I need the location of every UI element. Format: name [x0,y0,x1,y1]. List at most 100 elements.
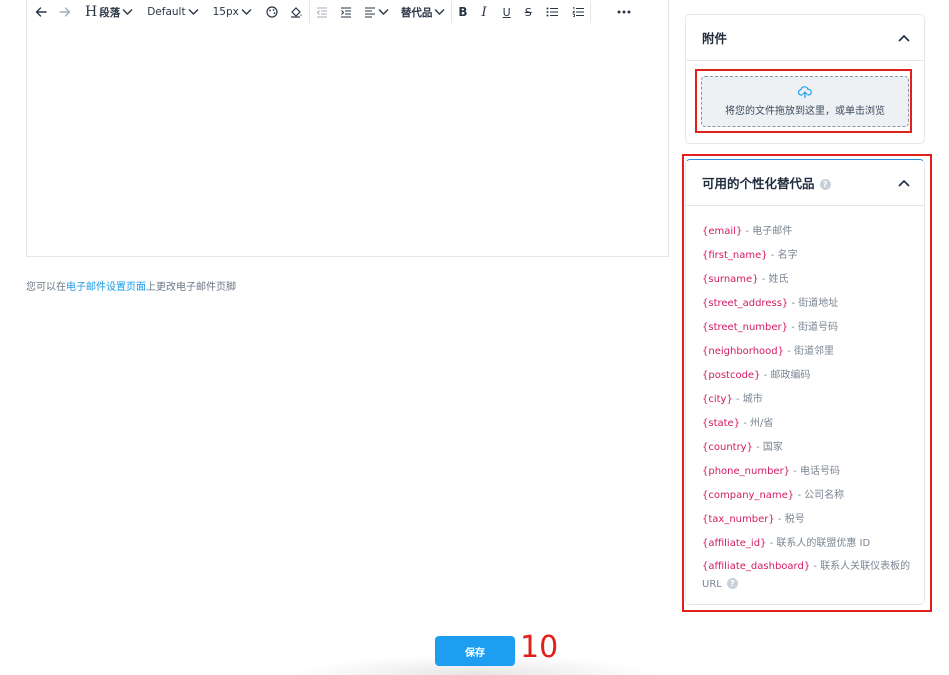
align-dropdown[interactable] [364,0,389,24]
variable-key[interactable]: {affiliate_dashboard} [702,561,810,572]
palette-icon [266,6,278,18]
variable-item: {phone_number} - 电话号码 [702,462,914,486]
editor-content-area[interactable] [27,25,668,256]
variable-description: - 联系人的联盟优惠 ID [766,538,871,549]
variable-item: {city} - 城市 [702,390,914,414]
personalization-panel-title: 可用的个性化替代品? [702,173,831,192]
variable-description: - 国家 [752,442,783,453]
bold-icon: B [458,5,468,19]
variable-description: - 城市 [732,394,763,405]
bullet-list-button[interactable] [546,0,558,24]
variable-description: - 电子邮件 [742,226,793,237]
variable-description: - 邮政编码 [760,370,811,381]
variable-item: {first_name} - 名字 [702,246,914,270]
personalization-panel-title-text: 可用的个性化替代品 [702,176,815,191]
italic-button[interactable]: I [482,0,487,24]
variable-item: {street_number} - 街道号码 [702,318,914,342]
heading-dropdown-label: 段落 [99,6,121,19]
bullet-list-icon [546,7,558,17]
file-drop-zone[interactable]: 将您的文件拖放到这里，或单击浏览 [701,76,909,127]
variable-item: {surname} - 姓氏 [702,270,914,294]
heading-icon: H [85,4,98,20]
chevron-up-icon[interactable] [898,179,910,187]
variable-description: - 税号 [774,514,805,525]
variable-item: {postcode} - 邮政编码 [702,366,914,390]
drop-zone-text: 将您的文件拖放到这里，或单击浏览 [725,106,885,117]
variable-item: {affiliate_id} - 联系人的联盟优惠 ID [702,534,914,558]
toolbar-divider [451,1,453,23]
save-button[interactable]: 保存 [435,636,515,666]
text-color-button[interactable] [266,0,278,24]
variable-description: - 州/省 [740,418,774,429]
cloud-upload-icon [798,86,812,98]
variable-description: - 姓氏 [758,274,789,285]
email-settings-link[interactable]: 电子邮件设置页面 [66,282,146,293]
redo-button[interactable] [59,0,81,24]
indent-icon [340,7,351,18]
outdent-button[interactable] [316,0,328,24]
info-icon[interactable]: ? [726,578,738,589]
variable-key[interactable]: {email} [702,226,742,237]
variable-key[interactable]: {street_address} [702,298,788,309]
font-dropdown[interactable]: Default [147,0,199,24]
heading-dropdown[interactable]: H 段落 [85,0,133,24]
underline-button[interactable]: U [503,0,511,24]
variable-description: - 名字 [767,250,798,261]
variable-item: {street_address} - 街道地址 [702,294,914,318]
toolbar-divider [308,1,310,23]
variable-key[interactable]: {phone_number} [702,466,790,477]
chevron-down-icon [188,9,199,15]
numbered-list-button[interactable] [571,0,584,24]
variable-item: {company_name} - 公司名称 [702,486,914,510]
variable-key[interactable]: {company_name} [702,490,794,501]
font-size-dropdown[interactable]: 15px [213,0,252,24]
variable-key[interactable]: {neighborhood} [702,346,784,357]
variable-key[interactable]: {city} [702,394,733,405]
attachments-panel: 附件 将您的文件拖放到这里，或单击浏览 [685,14,925,144]
variable-item: {country} - 国家 [702,438,914,462]
footer-note-suffix: 上更改电子邮件页脚 [146,282,236,293]
personalization-panel: 可用的个性化替代品? {email} - 电子邮件 {first_name} - … [685,159,925,605]
font-dropdown-label: Default [147,6,186,18]
variable-description: - 街道邻里 [784,346,834,357]
variable-key[interactable]: {state} [702,418,740,429]
variable-key[interactable]: {surname} [702,274,759,285]
attachments-panel-header[interactable]: 附件 [686,15,924,61]
numbered-list-icon [571,7,584,17]
variable-key[interactable]: {tax_number} [702,514,775,525]
italic-icon: I [481,4,487,20]
personalization-variable-list: {email} - 电子邮件 {first_name} - 名字 {surname}… [702,222,914,594]
variable-item: {tax_number} - 税号 [702,510,914,534]
info-icon[interactable]: ? [819,179,831,190]
variable-item: {neighborhood} - 街道邻里 [702,342,914,366]
underline-icon: U [502,5,511,19]
strikethrough-icon: S [524,5,532,19]
highlight-button[interactable] [290,0,303,24]
step-annotation-number: 10 [520,630,559,665]
indent-button[interactable] [340,0,352,24]
bold-button[interactable]: B [458,0,467,24]
variable-item: {email} - 电子邮件 [702,222,914,246]
chevron-up-icon[interactable] [898,34,910,42]
arrow-right-icon [59,7,71,17]
paint-bucket-icon [290,7,302,18]
variable-description: - 街道地址 [788,298,839,309]
chevron-down-icon [241,9,252,15]
variable-description: - 公司名称 [794,490,845,501]
placeholders-dropdown[interactable]: 替代品 [401,0,446,24]
personalization-panel-header[interactable]: 可用的个性化替代品? [686,160,924,206]
more-options-button[interactable] [617,0,631,24]
email-editor: H 段落 Default 15px 替代品 B I U S [26,0,669,257]
editor-toolbar: H 段落 Default 15px 替代品 B I U S [27,0,669,24]
variable-key[interactable]: {country} [702,442,753,453]
align-left-icon [364,7,375,18]
variable-key[interactable]: {postcode} [702,370,760,381]
more-horizontal-icon [617,10,631,14]
footer-note-prefix: 您可以在 [26,282,66,293]
variable-key[interactable]: {first_name} [702,250,768,261]
undo-button[interactable] [35,0,55,24]
attachments-panel-title: 附件 [702,31,728,46]
variable-key[interactable]: {street_number} [702,322,788,333]
variable-key[interactable]: {affiliate_id} [702,538,766,549]
strikethrough-button[interactable]: S [525,0,532,24]
